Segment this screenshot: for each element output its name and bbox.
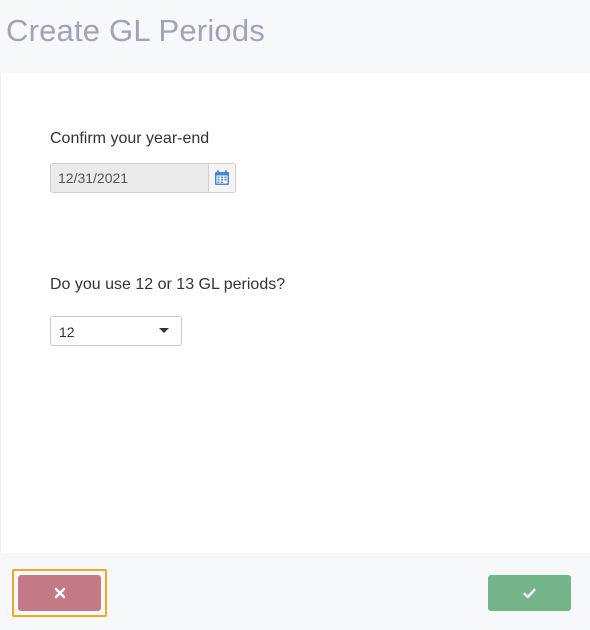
- periods-label: Do you use 12 or 13 GL periods?: [50, 276, 286, 293]
- close-icon: [54, 587, 65, 599]
- check-icon: [523, 588, 536, 598]
- year-end-date-picker: [50, 163, 236, 193]
- periods-select[interactable]: 12: [50, 316, 182, 346]
- calendar-button[interactable]: [208, 163, 236, 193]
- dialog: Create GL Periods Confirm your year-end: [0, 0, 590, 630]
- periods-selected-value: 12: [59, 324, 75, 340]
- caret-down-icon: [159, 328, 169, 333]
- dialog-header: Create GL Periods: [0, 0, 590, 73]
- year-end-label: Confirm your year-end: [50, 130, 210, 147]
- dialog-footer: [0, 553, 590, 630]
- cancel-button[interactable]: [18, 575, 101, 611]
- calendar-icon: [215, 170, 229, 185]
- year-end-date-input[interactable]: [50, 163, 208, 193]
- dialog-body: Confirm your year-end 12/31/2021 Do you …: [0, 73, 590, 553]
- confirm-button[interactable]: [488, 575, 571, 611]
- page-title: Create GL Periods: [6, 13, 265, 48]
